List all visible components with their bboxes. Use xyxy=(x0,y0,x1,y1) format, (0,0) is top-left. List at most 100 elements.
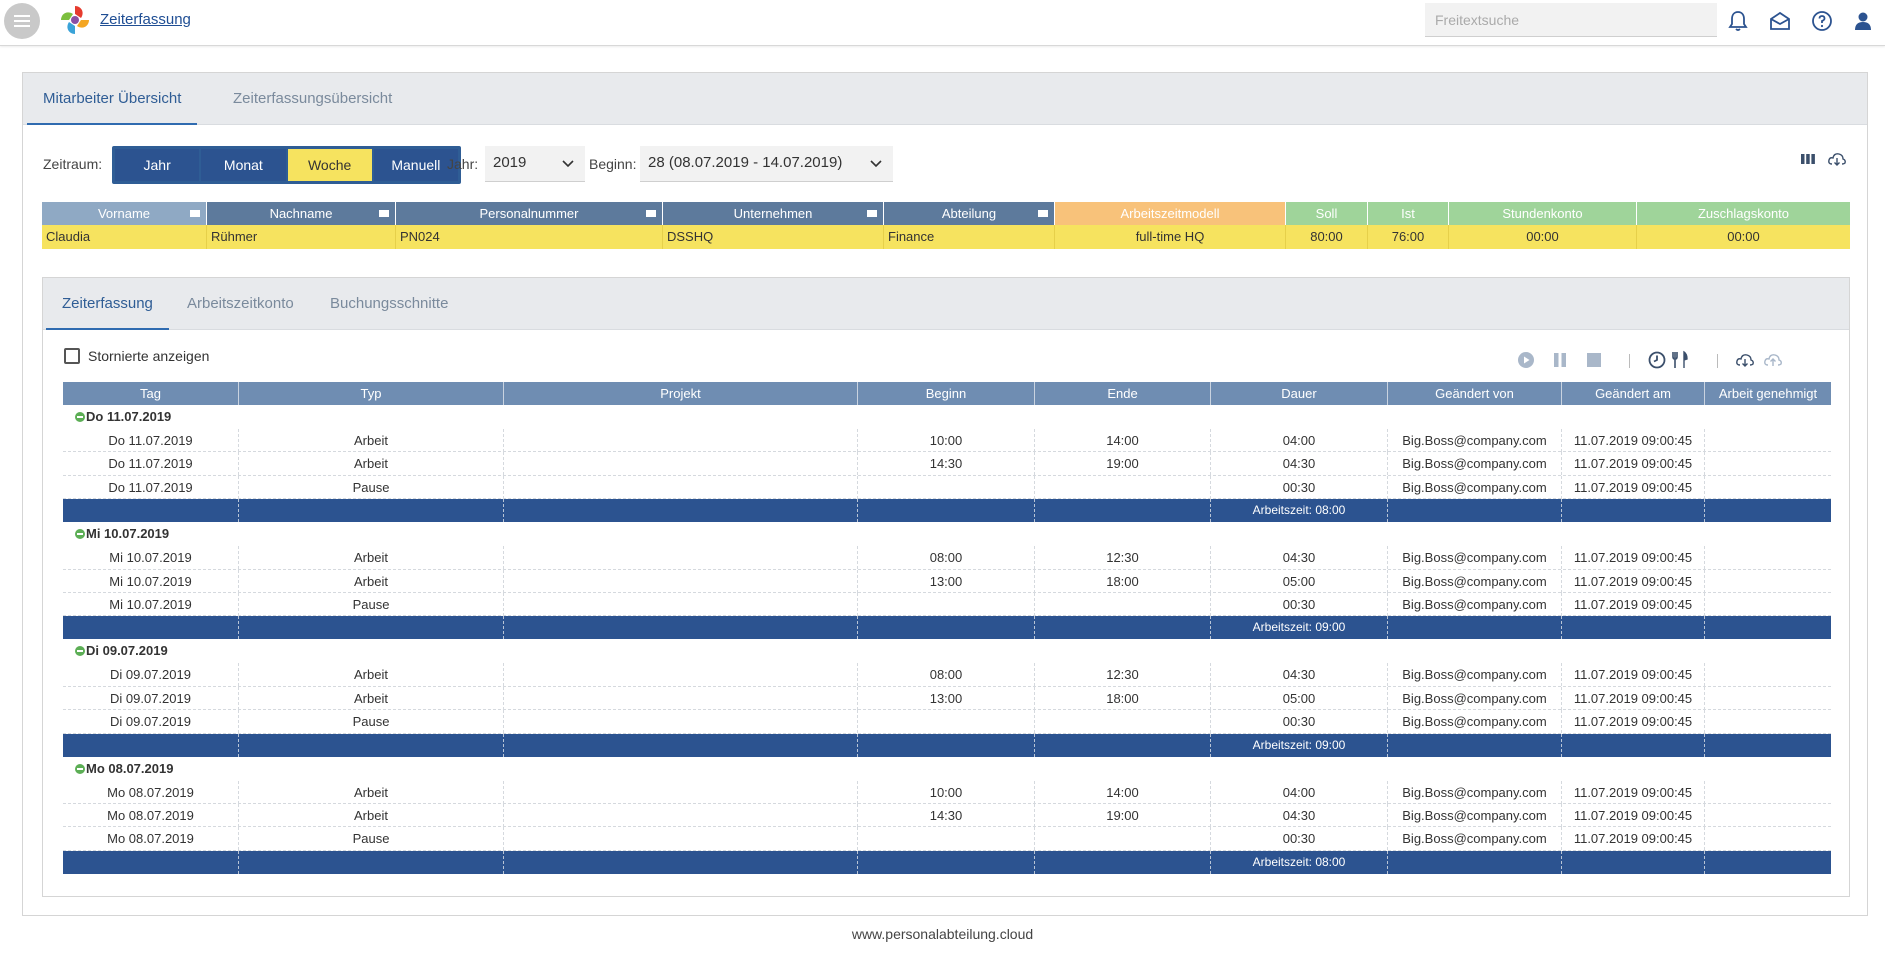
col-abteilung[interactable]: Abteilung xyxy=(884,202,1055,225)
mail-icon[interactable] xyxy=(1768,9,1792,33)
cell-dauer: 04:30 xyxy=(1211,452,1388,476)
bell-icon[interactable] xyxy=(1726,9,1750,33)
column-menu-icon xyxy=(1038,210,1048,217)
group-summary-row: Arbeitszeit: 08:00 xyxy=(63,499,1831,523)
cell-beginn: 13:00 xyxy=(858,569,1035,593)
app-title-link[interactable]: Zeiterfassung xyxy=(100,11,191,28)
col-stundenkonto[interactable]: Stundenkonto xyxy=(1449,202,1637,225)
time-grid: Tag Typ Projekt Beginn Ende Dauer Geände… xyxy=(63,382,1831,874)
col-vorname[interactable]: Vorname xyxy=(42,202,207,225)
employee-grid-header: Vorname Nachname Personalnummer Unterneh… xyxy=(42,202,1850,225)
cell-ende: 19:00 xyxy=(1035,803,1211,827)
table-row[interactable]: Di 09.07.2019 Arbeit 13:00 18:00 05:00 Big.Bo… xyxy=(63,686,1831,711)
table-row[interactable]: Mi 10.07.2019 Arbeit 13:00 18:00 05:00 Big.Bo… xyxy=(63,569,1831,593)
table-row[interactable]: Di 09.07.2019 Arbeit 08:00 12:30 04:30 Big.Bo… xyxy=(63,663,1831,687)
tab-zeiterfassungsuebersicht[interactable]: Zeiterfassungsübersicht xyxy=(217,73,408,125)
table-row[interactable]: Mo 08.07.2019 Pause 00:30 Big.Boss@company.… xyxy=(63,827,1831,851)
table-row[interactable]: Mo 08.07.2019 Arbeit 14:30 19:00 04:30 Big.Bo… xyxy=(63,803,1831,828)
col-arbeitszeitmodell[interactable]: Arbeitszeitmodell xyxy=(1055,202,1286,225)
table-row[interactable]: Do 11.07.2019 Arbeit 10:00 14:00 04:00 Big.Bo… xyxy=(63,429,1831,453)
summary-cell xyxy=(63,733,239,757)
cell-geaendert-am: 11.07.2019 09:00:45 xyxy=(1562,429,1705,452)
group-header[interactable]: Do 11.07.2019 xyxy=(63,405,1831,429)
clock-icon[interactable] xyxy=(1647,350,1667,370)
period-selector: Jahr Monat Woche Manuell xyxy=(112,146,461,184)
summary-cell xyxy=(239,850,504,874)
tab-arbeitszeitkonto[interactable]: Arbeitszeitkonto xyxy=(171,278,310,330)
show-cancelled-row[interactable]: Stornierte anzeigen xyxy=(64,348,209,364)
tab-mitarbeiter-uebersicht[interactable]: Mitarbeiter Übersicht xyxy=(27,73,198,125)
search-input[interactable] xyxy=(1425,3,1717,37)
period-button-manuell[interactable]: Manuell xyxy=(373,149,458,181)
col-projekt[interactable]: Projekt xyxy=(504,382,858,405)
cloud-download-icon[interactable] xyxy=(1827,149,1847,169)
stop-icon[interactable] xyxy=(1584,350,1604,370)
collapse-icon[interactable] xyxy=(75,646,85,657)
jahr-select[interactable]: 2019 xyxy=(485,146,585,182)
col-zuschlagskonto[interactable]: Zuschlagskonto xyxy=(1637,202,1850,225)
help-icon[interactable] xyxy=(1810,9,1834,33)
menu-icon xyxy=(14,15,30,27)
cell-nachname: Rühmer xyxy=(207,225,396,249)
beginn-select[interactable]: 28 (08.07.2019 - 14.07.2019) xyxy=(640,146,893,182)
cell-arbeit-genehmigt xyxy=(1705,570,1831,593)
table-row[interactable]: Mo 08.07.2019 Arbeit 10:00 14:00 04:00 Big.Bo… xyxy=(63,780,1831,804)
cell-arbeit-genehmigt xyxy=(1705,476,1831,499)
cell-beginn xyxy=(858,475,1035,499)
col-soll[interactable]: Soll xyxy=(1286,202,1368,225)
table-row[interactable]: Do 11.07.2019 Pause 00:30 Big.Boss@company.… xyxy=(63,475,1831,500)
pause-icon[interactable] xyxy=(1550,350,1570,370)
show-cancelled-checkbox[interactable] xyxy=(64,348,80,364)
col-arbeit-genehmigt[interactable]: Arbeit genehmigt xyxy=(1705,382,1831,405)
collapse-icon[interactable] xyxy=(75,763,85,774)
user-icon[interactable] xyxy=(1851,9,1875,33)
columns-icon[interactable] xyxy=(1798,149,1818,169)
group-header[interactable]: Di 09.07.2019 xyxy=(63,639,1831,663)
table-row[interactable]: Mi 10.07.2019 Pause 00:30 Big.Boss@company.… xyxy=(63,592,1831,617)
cell-geaendert-von: Big.Boss@company.com xyxy=(1388,546,1562,570)
employee-row[interactable]: Claudia Rühmer PN024 DSSHQ Finance full-… xyxy=(42,225,1850,249)
col-ende[interactable]: Ende xyxy=(1035,382,1211,405)
col-nachname[interactable]: Nachname xyxy=(207,202,396,225)
summary-cell xyxy=(1705,499,1831,522)
cutlery-icon[interactable] xyxy=(1670,350,1690,370)
col-tag[interactable]: Tag xyxy=(63,382,239,405)
play-icon[interactable] xyxy=(1516,350,1536,370)
table-row[interactable]: Di 09.07.2019 Pause 00:30 Big.Boss@company.… xyxy=(63,710,1831,734)
cell-projekt xyxy=(504,452,858,476)
col-unternehmen[interactable]: Unternehmen xyxy=(663,202,884,225)
cloud-upload-icon[interactable] xyxy=(1763,350,1783,370)
tab-zeiterfassung[interactable]: Zeiterfassung xyxy=(46,278,169,330)
period-button-woche[interactable]: Woche xyxy=(287,149,372,181)
cell-typ: Pause xyxy=(239,592,504,616)
group-header[interactable]: Mo 08.07.2019 xyxy=(63,757,1831,781)
col-dauer[interactable]: Dauer xyxy=(1211,382,1388,405)
table-row[interactable]: Do 11.07.2019 Arbeit 14:30 19:00 04:30 Big.Bo… xyxy=(63,452,1831,476)
table-row[interactable]: Mi 10.07.2019 Arbeit 08:00 12:30 04:30 Big.Bo… xyxy=(63,546,1831,570)
period-button-jahr[interactable]: Jahr xyxy=(115,149,200,181)
tab-buchungsschnitte[interactable]: Buchungsschnitte xyxy=(314,278,464,330)
summary-cell xyxy=(1562,850,1705,874)
col-ist[interactable]: Ist xyxy=(1368,202,1449,225)
cell-ende: 19:00 xyxy=(1035,452,1211,476)
summary-cell xyxy=(1035,499,1211,523)
cloud-download-icon[interactable] xyxy=(1735,350,1755,370)
cell-typ: Pause xyxy=(239,827,504,851)
col-beginn[interactable]: Beginn xyxy=(858,382,1035,405)
cell-beginn xyxy=(858,592,1035,616)
col-personalnummer[interactable]: Personalnummer xyxy=(396,202,663,225)
collapse-icon[interactable] xyxy=(75,529,85,540)
group-header[interactable]: Mi 10.07.2019 xyxy=(63,522,1831,546)
cell-typ: Pause xyxy=(239,475,504,499)
col-geaendert-am[interactable]: Geändert am xyxy=(1562,382,1705,405)
col-geaendert-von[interactable]: Geändert von xyxy=(1388,382,1562,405)
col-typ[interactable]: Typ xyxy=(239,382,504,405)
column-menu-icon xyxy=(867,210,877,217)
summary-cell xyxy=(504,616,858,640)
collapse-icon[interactable] xyxy=(75,412,85,422)
menu-button[interactable] xyxy=(4,3,40,39)
cell-ende xyxy=(1035,592,1211,616)
period-button-monat[interactable]: Monat xyxy=(201,149,286,181)
cell-geaendert-von: Big.Boss@company.com xyxy=(1388,803,1562,827)
cell-projekt xyxy=(504,686,858,710)
